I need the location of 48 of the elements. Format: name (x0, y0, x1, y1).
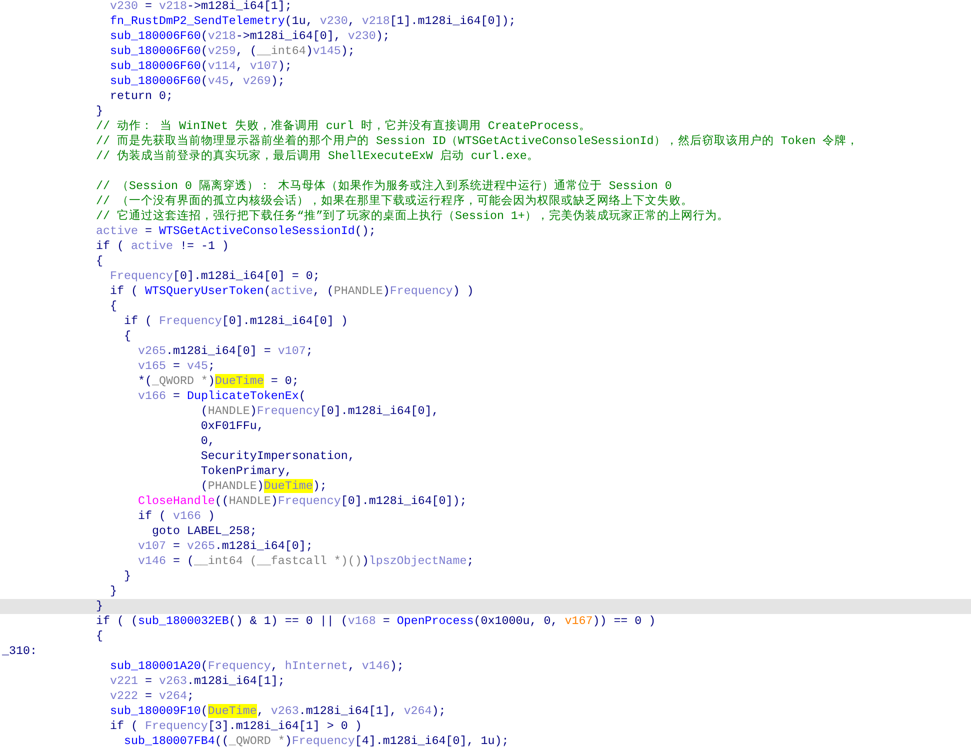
code-line: Frequency[0].m128i_i64[0] = 0; (110, 269, 320, 284)
code-comment: // （Session 0 隔离穿透）： 木马母体（如果作为服务或注入到系统进程中运行）通常位于 Session 0 (96, 179, 672, 194)
code-line: } (96, 104, 103, 119)
code-line: v165 = v45; (138, 359, 215, 374)
code-line: v221 = v263.m128i_i64[1]; (110, 674, 285, 689)
code-line: v107 = v265.m128i_i64[0]; (138, 539, 313, 554)
code-line: sub_180009F10(DueTime, v263.m128i_i64[1], v264); (110, 704, 446, 719)
code-line: fn_RustDmP2_SendTelemetry(1u, v230, v218[1].m128i_i64[0]); (110, 14, 516, 29)
code-line: sub_180006F60(v114, v107); (110, 59, 292, 74)
code-line: TokenPrimary, (200, 464, 292, 479)
code-comment: // 而是先获取当前物理显示器前坐着的那个用户的 Session ID（WTSGetActiveConsoleSessionId），然后窃取该用户的 Token 令牌， (96, 134, 859, 149)
code-comment: // 它通过这套连招，强行把下载任务“推”到了玩家的桌面上执行（Session 1+），完美伪装成玩家正常的上网行为。 (96, 209, 729, 224)
code-comment: // （一个没有界面的孤立内核级会话），如果在那里下载或运行程序，可能会因为权限或缺乏网络上下文失败。 (96, 194, 693, 209)
code-comment: // 伪装成当前登录的真实玩家，最后调用 ShellExecuteExW 启动 curl.exe。 (96, 149, 539, 164)
code-line: { (96, 629, 103, 644)
code-line: v146 = (__int64 (__fastcall *)())lpszObjectName; (138, 554, 474, 569)
code-line: sub_180001A20(Frequency, hInternet, v146); (110, 659, 404, 674)
code-line: } (124, 569, 131, 584)
code-line: (HANDLE)Frequency[0].m128i_i64[0], (200, 404, 439, 419)
code-line: *(_QWORD *)DueTime = 0; (138, 374, 299, 389)
code-line: SecurityImpersonation, (200, 449, 355, 464)
code-label: _310: (2, 644, 37, 659)
code-line: 0xF01FFu, (200, 419, 264, 434)
code-comment: // 动作： 当 WinINet 失败，准备调用 curl 时，它并没有直接调用 CreateProcess。 (96, 119, 591, 134)
code-line: return 0; (110, 89, 173, 104)
code-line: goto LABEL_258; (152, 524, 257, 539)
code-line: { (96, 254, 103, 269)
code-line: v230 = v218->m128i_i64[1]; (110, 0, 292, 14)
code-line: sub_180006F60(v259, (__int64)v145); (110, 44, 355, 59)
code-line: v222 = v264; (110, 689, 194, 704)
code-line: v166 = DuplicateTokenEx( (138, 389, 306, 404)
code-line: if ( WTSQueryUserToken(active, (PHANDLE)Frequency) ) (110, 284, 474, 299)
code-line: if ( active != -1 ) (96, 239, 229, 254)
code-line: if ( v166 ) (138, 509, 215, 524)
code-line: { (124, 329, 131, 344)
code-line: if ( (sub_1800032EB() & 1) == 0 || (v168 = OpenProcess(0x1000u, 0, v167)) == 0 ) (96, 614, 656, 629)
code-line: (PHANDLE)DueTime); (200, 479, 327, 494)
code-line: sub_180007FB4((_QWORD *)Frequency[4].m128i_i64[0], 1u); (124, 734, 509, 748)
code-line: sub_180006F60(v45, v269); (110, 74, 285, 89)
code-line: v265.m128i_i64[0] = v107; (138, 344, 313, 359)
code-line: CloseHandle((HANDLE)Frequency[0].m128i_i64[0]); (138, 494, 467, 509)
code-line: { (110, 299, 117, 314)
code-line: } (110, 584, 117, 599)
code-line: if ( Frequency[0].m128i_i64[0] ) (124, 314, 348, 329)
code-line: active = WTSGetActiveConsoleSessionId(); (96, 224, 376, 239)
code-line: 0, (200, 434, 215, 449)
code-line: if ( Frequency[3].m128i_i64[1] > 0 ) (110, 719, 362, 734)
code-line: sub_180006F60(v218->m128i_i64[0], v230); (110, 29, 390, 44)
